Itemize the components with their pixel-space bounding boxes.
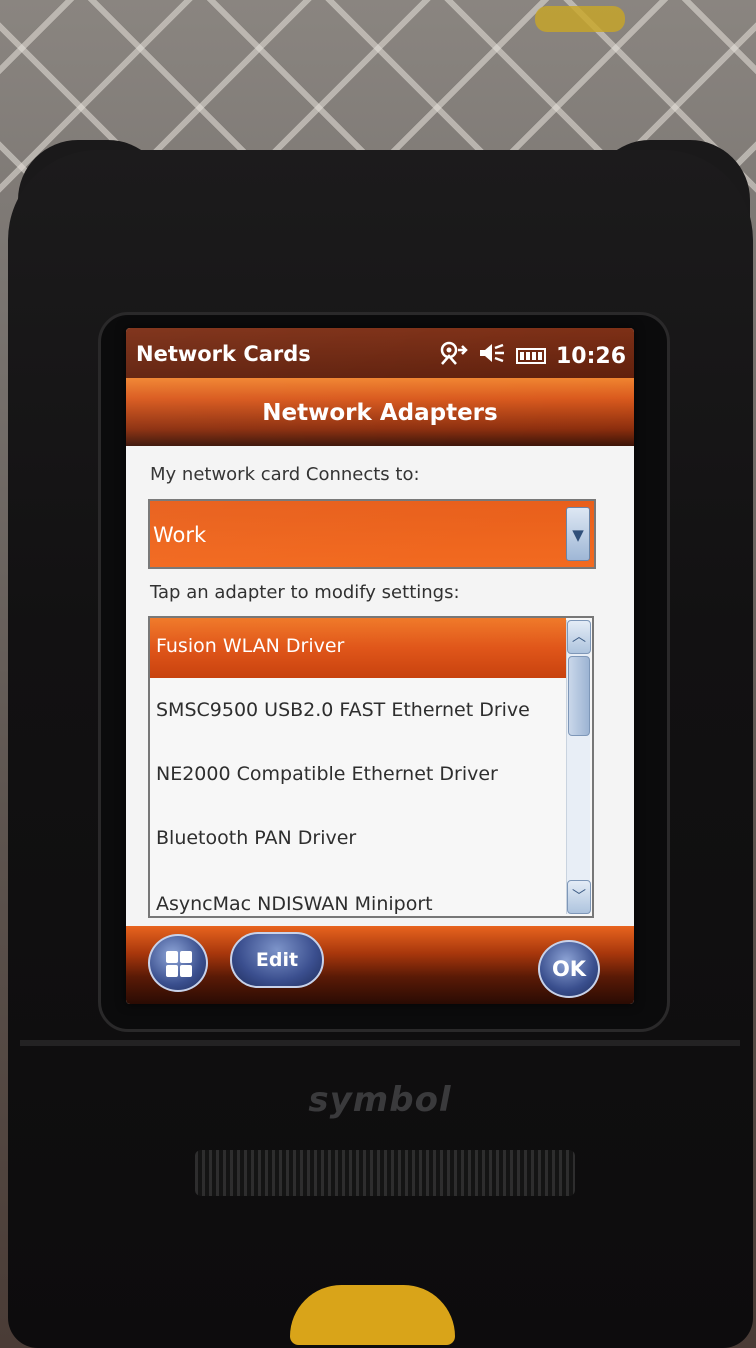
clock[interactable]: 10:26 — [556, 344, 626, 369]
softkey-bar: Edit OK — [126, 926, 634, 1004]
chevron-down-icon[interactable]: ﹀ — [567, 880, 591, 914]
device-divider — [20, 1040, 740, 1046]
connects-to-label: My network card Connects to: — [150, 464, 420, 485]
status-bar: Network Cards 10:26 — [126, 328, 634, 378]
adapter-list-scrollbar[interactable]: ︿ ﹀ — [566, 620, 591, 914]
main-content: My network card Connects to: Work ▼ Tap … — [126, 446, 634, 926]
device-speaker-grille — [195, 1150, 575, 1196]
chevron-down-icon[interactable]: ▼ — [566, 507, 590, 561]
adapter-list-item[interactable]: SMSC9500 USB2.0 FAST Ethernet Drive — [150, 682, 566, 742]
adapter-list-item[interactable]: NE2000 Compatible Ethernet Driver — [150, 746, 566, 806]
edit-button[interactable]: Edit — [230, 932, 324, 988]
device-brand-logo: symbol — [308, 1080, 452, 1120]
adapter-label: NE2000 Compatible Ethernet Driver — [156, 763, 498, 785]
adapter-label: AsyncMac NDISWAN Miniport — [156, 893, 433, 915]
connectivity-icon[interactable] — [438, 340, 468, 372]
scan-trigger-button[interactable] — [290, 1285, 455, 1345]
connects-to-dropdown[interactable]: Work ▼ — [148, 499, 596, 569]
adapter-label: Fusion WLAN Driver — [156, 635, 345, 657]
volume-muted-icon[interactable] — [478, 341, 506, 371]
ok-button[interactable]: OK — [538, 940, 600, 998]
app-title: Network Cards — [136, 342, 311, 366]
device-screen: Network Cards 10:26 Network Adapters My … — [126, 328, 634, 1004]
windows-start-icon — [166, 951, 192, 977]
adapter-label: Bluetooth PAN Driver — [156, 827, 357, 849]
adapter-list[interactable]: Fusion WLAN Driver SMSC9500 USB2.0 FAST … — [148, 616, 594, 918]
adapter-list-label: Tap an adapter to modify settings: — [150, 582, 460, 603]
adapter-list-item[interactable]: Bluetooth PAN Driver — [150, 810, 566, 870]
adapter-list-item[interactable]: AsyncMac NDISWAN Miniport — [150, 876, 566, 916]
start-button[interactable] — [148, 934, 208, 992]
adapter-list-item[interactable]: Fusion WLAN Driver — [150, 618, 566, 678]
battery-icon[interactable] — [515, 348, 546, 364]
page-title: Network Adapters — [262, 400, 498, 426]
scrollbar-thumb[interactable] — [568, 656, 590, 736]
chevron-up-icon[interactable]: ︿ — [567, 620, 591, 654]
connects-to-value: Work — [153, 523, 207, 547]
status-icons: 10:26 — [438, 340, 626, 372]
background-object — [535, 6, 625, 32]
page-title-bar: Network Adapters — [126, 378, 634, 446]
adapter-label: SMSC9500 USB2.0 FAST Ethernet Drive — [156, 699, 530, 721]
